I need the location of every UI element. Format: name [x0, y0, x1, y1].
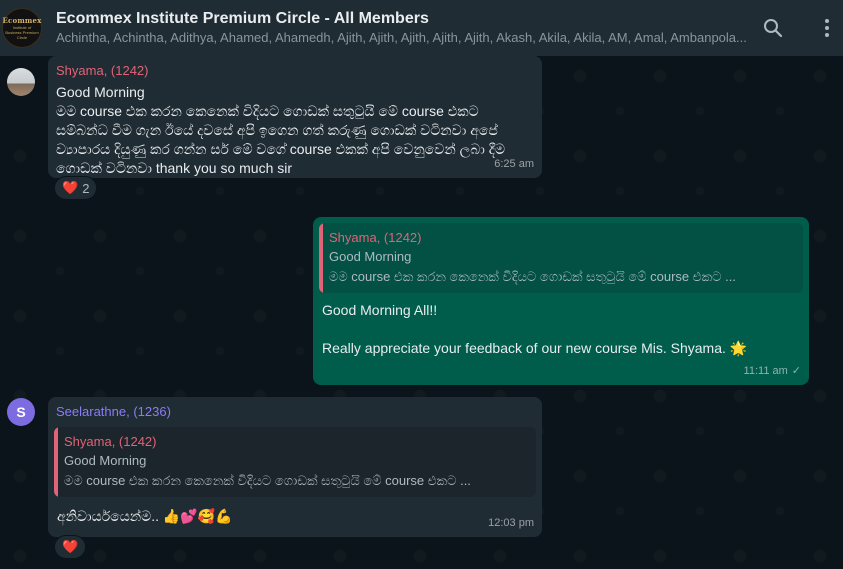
quote-greeting: Good Morning [64, 453, 147, 468]
quote-sender: Shyama, (1242) [329, 230, 422, 245]
more-vertical-icon[interactable] [815, 16, 839, 40]
sender-avatar[interactable]: S [7, 398, 35, 426]
header-titles[interactable]: Ecommex Institute Premium Circle - All M… [56, 9, 761, 47]
message-line-1: Good Morning All!! [322, 302, 438, 318]
reaction-badge[interactable]: ❤️ [54, 535, 87, 559]
time-text: 11:11 am [743, 365, 788, 377]
avatar-letter: S [16, 404, 26, 420]
group-name: Ecommex Institute Premium Circle - All M… [56, 10, 429, 27]
message-text: අනිවාර්යයෙන්ම.. 👍💕🥰💪 [57, 508, 233, 524]
logo-text: Ecommex [2, 16, 42, 25]
heart-icon: ❤️ [62, 539, 79, 554]
single-check-icon: ✓ [791, 365, 801, 377]
message-list[interactable]: Shyama, (1242) Good Morning මම course එක… [0, 56, 843, 569]
message-greeting: Good Morning [56, 84, 145, 100]
sender-name[interactable]: Seelarathne, (1236) [54, 403, 536, 421]
incoming-message[interactable]: Seelarathne, (1236) Shyama, (1242) Good … [48, 397, 542, 537]
group-avatar-logo[interactable]: Ecommex Institute of Business Premium Ci… [2, 8, 42, 48]
member-list: Achintha, Achintha, Adithya, Ahamed, Aha… [56, 30, 747, 45]
logo-subtext: Institute of Business Premium Circle [5, 25, 39, 40]
quote-greeting: Good Morning [329, 249, 412, 264]
reaction-count: 2 [82, 180, 90, 196]
star-emoji: 🌟 [729, 340, 748, 356]
message-time: 6:25 am [494, 158, 534, 170]
quoted-message[interactable]: Shyama, (1242) Good Morning මම course එක… [319, 223, 803, 293]
quote-sender: Shyama, (1242) [64, 434, 157, 449]
quoted-message[interactable]: Shyama, (1242) Good Morning මම course එක… [54, 427, 536, 497]
header-actions [761, 16, 839, 40]
reaction-badge[interactable]: ❤️ 2 [54, 176, 98, 200]
chat-header[interactable]: Ecommex Institute of Business Premium Ci… [0, 0, 843, 56]
message-text: මම course එක කරන කෙනෙක් විදියට ගොඩක් සතු… [56, 103, 506, 176]
incoming-message[interactable]: Shyama, (1242) Good Morning මම course එක… [48, 56, 542, 178]
quote-text: මම course එක කරන කෙනෙක් විදියට ගොඩක් සතු… [64, 473, 471, 488]
heart-icon: ❤️ [62, 180, 79, 195]
outgoing-message[interactable]: Shyama, (1242) Good Morning මම course එක… [313, 217, 809, 385]
message-line-2: Really appreciate your feedback of our n… [322, 340, 726, 356]
search-icon[interactable] [761, 16, 785, 40]
sender-name[interactable]: Shyama, (1242) [56, 62, 534, 80]
message-time: 11:11 am ✓ [744, 362, 801, 381]
quote-text: මම course එක කරන කෙනෙක් විදියට ගොඩක් සතු… [329, 269, 736, 284]
message-time: 12:03 pm [488, 517, 534, 529]
sender-avatar[interactable] [7, 68, 35, 96]
